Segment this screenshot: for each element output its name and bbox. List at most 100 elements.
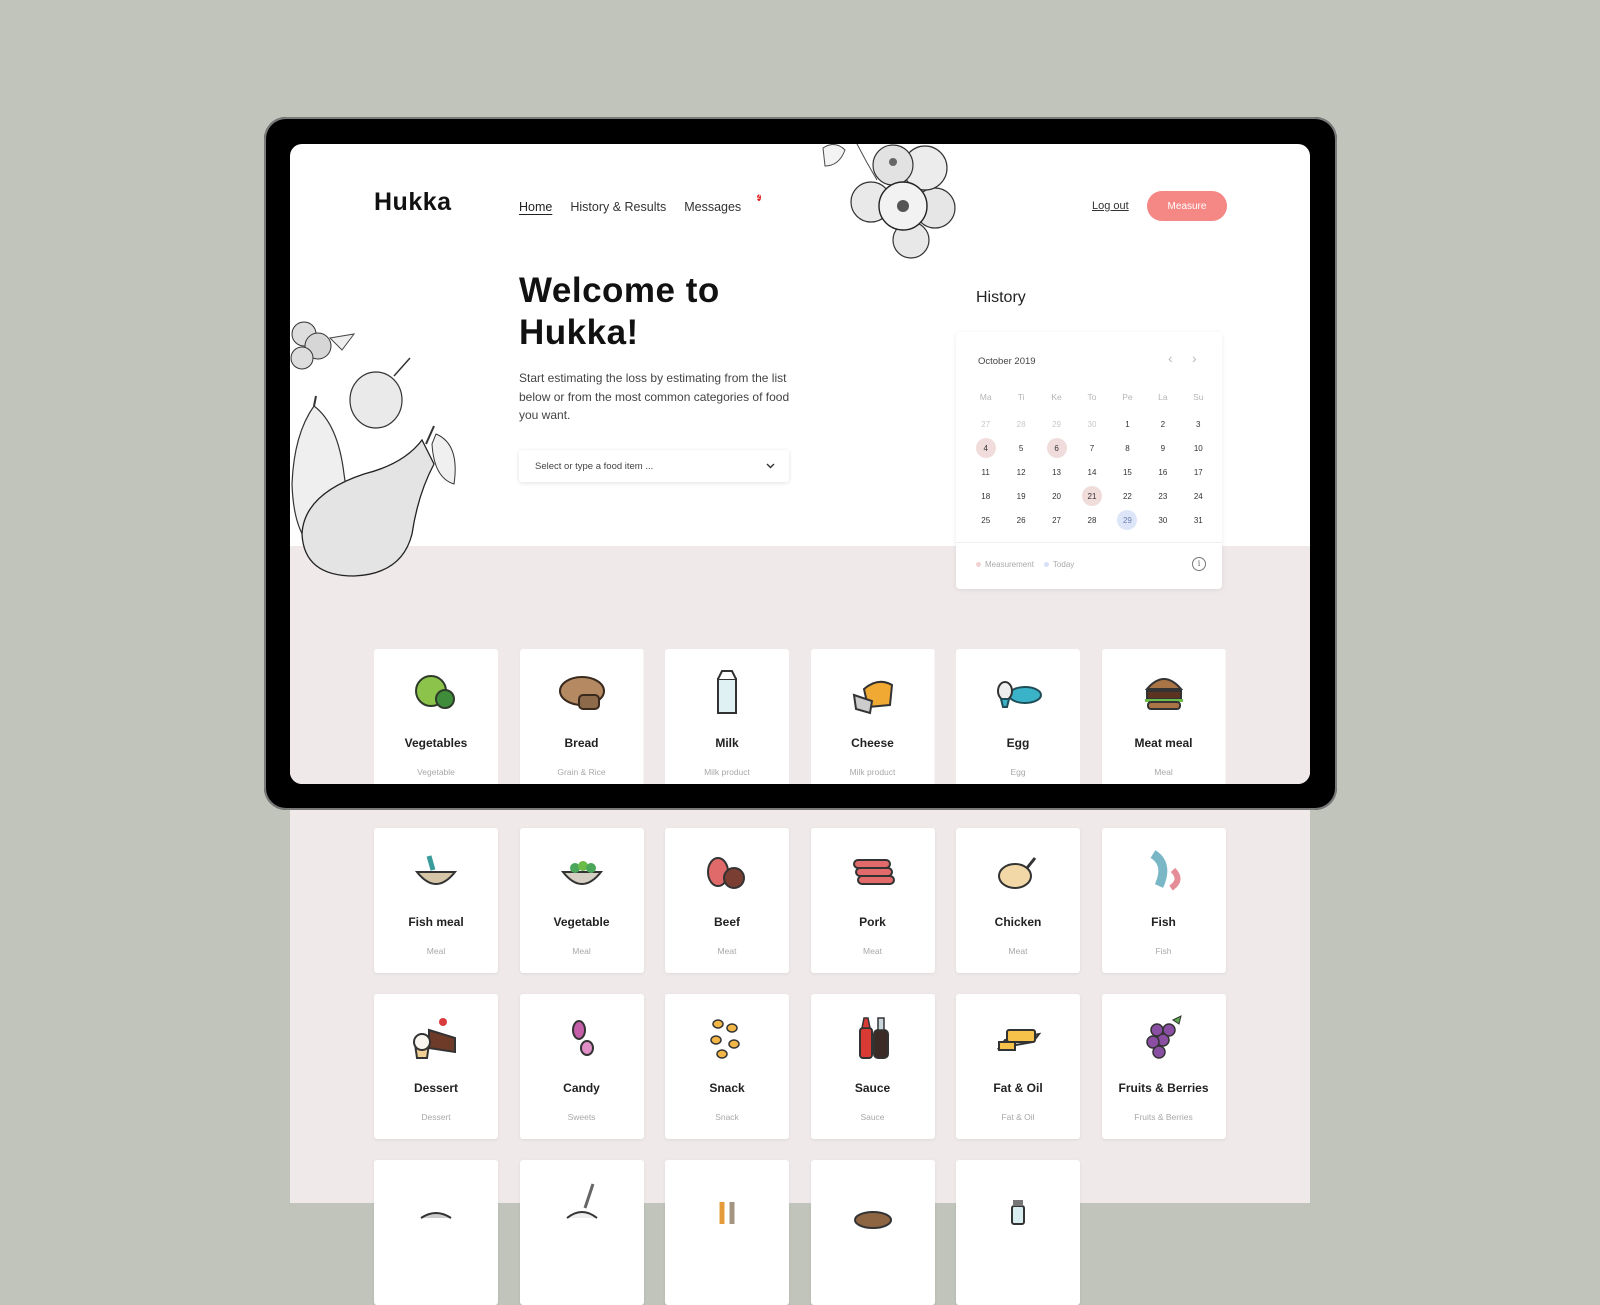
app-logo[interactable]: Hukka <box>374 188 452 217</box>
calendar-day[interactable]: 30 <box>1074 412 1109 436</box>
calendar-day[interactable]: 16 <box>1145 460 1180 484</box>
history-title: History <box>976 289 1026 306</box>
calendar-day[interactable]: 18 <box>968 484 1003 508</box>
calendar-day[interactable]: 27 <box>968 412 1003 436</box>
calendar-day[interactable]: 29 <box>1039 412 1074 436</box>
calendar-day-measurement[interactable]: 6 <box>1039 436 1074 460</box>
calendar-day[interactable]: 24 <box>1181 484 1216 508</box>
category-card[interactable]: Bread Grain & Rice <box>519 649 644 784</box>
calendar-day[interactable]: 26 <box>1003 508 1038 532</box>
calendar-day[interactable]: 11 <box>968 460 1003 484</box>
category-card[interactable]: Candy Sweets <box>519 994 644 1139</box>
calendar-day[interactable]: 22 <box>1110 484 1145 508</box>
category-card[interactable]: Fish Fish <box>1101 828 1226 973</box>
calendar-day[interactable]: 30 <box>1145 508 1180 532</box>
calendar-day-number: 7 <box>1089 443 1095 453</box>
fish-icon <box>1149 850 1180 891</box>
calendar-day-today[interactable]: 29 <box>1110 508 1145 532</box>
category-card[interactable]: Fruits & Berries Fruits & Berries <box>1101 994 1226 1139</box>
category-name: Beef <box>713 915 740 929</box>
calendar-day[interactable]: 28 <box>1074 508 1109 532</box>
category-card[interactable]: Pork Meat <box>810 828 935 973</box>
calendar-day[interactable]: 27 <box>1039 508 1074 532</box>
category-card[interactable] <box>665 1160 789 1305</box>
info-icon[interactable]: i <box>1192 557 1206 571</box>
category-card[interactable]: Meat meal Meal <box>1101 649 1226 784</box>
calendar-day[interactable]: 31 <box>1181 508 1216 532</box>
category-card[interactable]: Vegetables Vegetable <box>374 649 498 784</box>
category-name: Fruits & Berries <box>1118 1081 1209 1095</box>
category-type: Grain & Rice <box>557 767 606 777</box>
calendar-day-number: 28 <box>1087 515 1097 525</box>
category-card[interactable]: Beef Meat <box>665 828 789 973</box>
calendar-day[interactable]: 23 <box>1145 484 1180 508</box>
calendar-day-number: 21 <box>1081 486 1102 506</box>
calendar-day-number: 20 <box>1052 491 1062 501</box>
calendar-day[interactable]: 20 <box>1039 484 1074 508</box>
chevron-left-icon[interactable]: ‹ <box>1168 350 1173 366</box>
legend-today: Today <box>1043 560 1074 569</box>
category-card[interactable]: Snack Snack <box>665 994 789 1139</box>
logout-link[interactable]: Log out <box>1092 200 1129 212</box>
calendar-day[interactable]: 15 <box>1110 460 1145 484</box>
category-card[interactable]: Cheese Milk product <box>810 649 935 784</box>
calendar-day[interactable]: 1 <box>1110 412 1145 436</box>
calendar-day[interactable]: 9 <box>1145 436 1180 460</box>
nav-history-results[interactable]: History & Results <box>570 200 666 215</box>
calendar-day[interactable]: 10 <box>1181 436 1216 460</box>
category-card[interactable]: Fish meal Meal <box>374 828 498 973</box>
category-card[interactable] <box>810 1160 935 1305</box>
calendar-day[interactable]: 13 <box>1039 460 1074 484</box>
chevron-right-icon[interactable]: › <box>1192 350 1197 366</box>
fruits-illustration <box>290 321 456 577</box>
category-card[interactable]: Milk Milk product <box>665 649 789 784</box>
calendar-day-measurement[interactable]: 4 <box>968 436 1003 460</box>
legend-dot-measurement <box>976 562 981 568</box>
calendar-day-number: 2 <box>1160 419 1166 429</box>
calendar-day-number: 11 <box>981 467 990 477</box>
calendar-day-number: 14 <box>1087 467 1097 477</box>
calendar-day[interactable]: 3 <box>1181 412 1216 436</box>
calendar-day[interactable]: 5 <box>1003 436 1038 460</box>
category-card[interactable]: Egg Egg <box>956 649 1080 784</box>
calendar-day[interactable]: 2 <box>1145 412 1180 436</box>
category-card[interactable]: Dessert Dessert <box>374 994 498 1139</box>
calendar-day-number: 12 <box>1016 467 1026 477</box>
category-card[interactable]: Sauce Sauce <box>810 994 935 1139</box>
food-item-select[interactable]: Select or type a food item ... <box>519 450 789 482</box>
weekday-label: La <box>1158 392 1168 402</box>
calendar-day[interactable]: 19 <box>1003 484 1038 508</box>
calendar-day[interactable]: 7 <box>1074 436 1109 460</box>
jar-icon <box>1011 1200 1025 1225</box>
nav-messages[interactable]: Messages 2 <box>684 194 761 215</box>
category-card[interactable] <box>519 1160 644 1305</box>
category-card[interactable]: Chicken Meat <box>956 828 1080 973</box>
category-card[interactable] <box>374 1160 498 1305</box>
calendar-day-number: 9 <box>1160 443 1166 453</box>
calendar-day-number: 10 <box>1193 443 1203 453</box>
calendar-day[interactable]: 25 <box>968 508 1003 532</box>
butter-icon <box>996 1029 1042 1051</box>
calendar-day-number: 19 <box>1016 491 1026 501</box>
calendar-legend: Measurement Today <box>976 560 1074 569</box>
category-type: Fat & Oil <box>1001 1112 1035 1122</box>
category-card[interactable] <box>956 1160 1080 1305</box>
calendar-day-number: 3 <box>1196 419 1201 429</box>
calendar-day[interactable]: 8 <box>1110 436 1145 460</box>
category-type: Fruits & Berries <box>1134 1112 1193 1122</box>
burger-icon <box>1144 678 1183 710</box>
category-card[interactable]: Fat & Oil Fat & Oil <box>956 994 1080 1139</box>
rice-bowl-icon <box>565 1183 598 1219</box>
measure-button[interactable]: Measure <box>1147 191 1227 221</box>
calendar-day[interactable]: 12 <box>1003 460 1038 484</box>
calendar-day-number: 30 <box>1158 515 1168 525</box>
calendar-day-number: 29 <box>1052 419 1062 429</box>
calendar-day[interactable]: 28 <box>1003 412 1038 436</box>
category-card[interactable]: Vegetable Meal <box>519 828 644 973</box>
calendar-day[interactable]: 17 <box>1181 460 1216 484</box>
category-type: Sweets <box>567 1112 596 1122</box>
nav-home[interactable]: Home <box>519 200 552 215</box>
calendar-day-measurement[interactable]: 21 <box>1074 484 1109 508</box>
calendar-day[interactable]: 14 <box>1074 460 1109 484</box>
calendar-day-number: 5 <box>1018 443 1024 453</box>
